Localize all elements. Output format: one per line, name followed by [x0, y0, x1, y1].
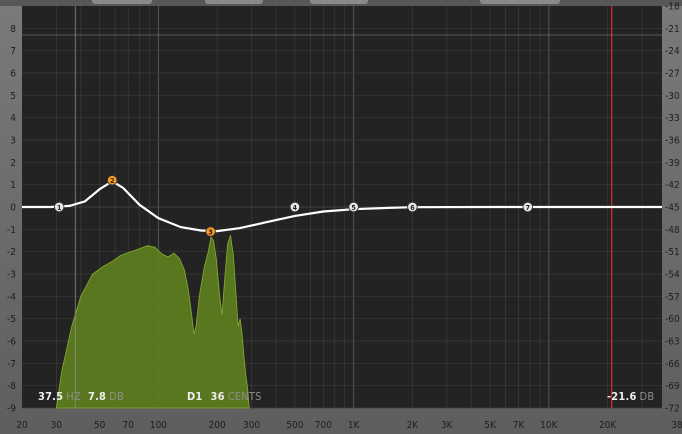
- frequency-tick-label: 7K: [513, 420, 526, 431]
- frequency-tick-label: 700: [315, 420, 332, 431]
- frequency-tick-label: 10K: [540, 420, 558, 431]
- frequency-tick-label: 20: [16, 420, 28, 431]
- spectrum-tick-label: -69: [665, 381, 680, 392]
- gain-tick-label: -3: [7, 270, 16, 281]
- frequency-tick-label: 100: [150, 420, 167, 431]
- gain-tick-label: 8: [10, 24, 16, 35]
- spectrum-tick-label: -42: [665, 180, 680, 191]
- spectrum-tick-label: -27: [665, 69, 680, 80]
- spectrum-tick-label: -60: [665, 314, 680, 325]
- gain-tick-label: -4: [7, 292, 16, 303]
- gain-tick-label: -6: [7, 337, 16, 348]
- gain-value: 7.8: [88, 390, 107, 403]
- spectrum-tick-label: -39: [665, 158, 680, 169]
- gain-tick-label: -5: [7, 314, 16, 325]
- frequency-tick-label: 70: [122, 420, 134, 431]
- band-handle-1[interactable]: 1: [53, 201, 65, 213]
- spectrum-tick-label: -63: [665, 337, 680, 348]
- spectrum-tick-label: -48: [665, 225, 680, 236]
- band-number: 1: [57, 204, 61, 212]
- band-number: 4: [293, 204, 298, 212]
- band-number: 5: [351, 204, 355, 212]
- spectrum-axis-labels: -18 -21 -24 -27 -30 -33 -36 -39 -42 -45 -48 -51 -54 -…: [665, 2, 680, 415]
- gain-tick-label: 3: [10, 136, 16, 147]
- band-number: 7: [526, 204, 530, 212]
- spectrum-tick-label: -18: [665, 2, 680, 13]
- ceiling-value: -21.6: [607, 390, 637, 403]
- band-handle-5[interactable]: 5: [348, 201, 359, 213]
- gain-tick-label: 7: [10, 46, 16, 57]
- gain-tick-label: -7: [7, 359, 16, 370]
- band-number: 6: [410, 204, 415, 212]
- spectrum-tick-label: -54: [665, 270, 680, 281]
- gain-unit: DB: [109, 390, 124, 403]
- spectrum-tick-label: -33: [665, 113, 680, 124]
- band-handle-2[interactable]: 2: [107, 174, 118, 186]
- gain-tick-label: 4: [10, 113, 16, 124]
- spectrum-tick-label: -66: [665, 359, 680, 370]
- gain-tick-label: 5: [10, 91, 16, 102]
- gain-tick-label: 2: [10, 158, 16, 169]
- gain-tick-label: -8: [7, 381, 16, 392]
- frequency-tick-label: 500: [286, 420, 303, 431]
- frequency-tick-label: 30: [51, 420, 63, 431]
- frequency-unit: HZ: [66, 390, 81, 403]
- gain-tick-label: -9: [7, 404, 16, 415]
- eq-window: 1234567 8 7 6 5 4 3 2 1 0 -1 -2 -3 -4 -5 -6 -7 -8 -9 -18-…: [0, 0, 682, 434]
- note-value: D1: [187, 390, 203, 403]
- band-handle-7[interactable]: 7: [522, 201, 534, 213]
- frequency-axis-labels: 20 30 50 70 100 200 300 500 700 1K 2K 3K 5K 7K 10K 20K 3…: [16, 420, 682, 431]
- frequency-tick-label: 50: [94, 420, 106, 431]
- ceiling-unit: DB: [639, 390, 655, 403]
- frequency-tick-label: 20K: [599, 420, 617, 431]
- ceiling-readout: -21.6 DB: [607, 390, 654, 403]
- gain-tick-label: 1: [10, 180, 16, 191]
- spectrum-tick-label: -36: [665, 136, 680, 147]
- eq-graph[interactable]: 1234 5 6 7 876543210-1-2-3-4-5-6-7-8-9 -18-…: [0, 0, 682, 434]
- frequency-tick-label: 200: [209, 420, 226, 431]
- spectrum-tick-label: -72: [665, 404, 680, 415]
- band-number: 2: [110, 177, 114, 185]
- frequency-tick-label: 3K: [441, 420, 454, 431]
- spectrum-tick-label: -57: [665, 292, 680, 303]
- frequency-tick-label: 38K: [671, 420, 682, 431]
- gain-axis-labels: 8 7 6 5 4 3 2 1 0 -1 -2 -3 -4 -5 -6 -7 -8 -9: [7, 24, 16, 415]
- spectrum-tick-label: -45: [665, 203, 680, 214]
- pitch-readout: D1 36 CENTS: [187, 390, 262, 403]
- frequency-readout: 37.5 HZ: [38, 390, 81, 403]
- cents-unit: CENTS: [227, 390, 262, 403]
- spectrum-tick-label: -51: [665, 247, 680, 258]
- cents-value: 36: [210, 390, 225, 403]
- spectrum-tick-label: -21: [665, 24, 680, 35]
- band-handle-6[interactable]: 6: [407, 201, 418, 213]
- band-handle-4[interactable]: 4: [289, 201, 301, 213]
- frequency-tick-label: 1K: [348, 420, 361, 431]
- frequency-tick-label: 2K: [407, 420, 420, 431]
- gain-tick-label: -2: [7, 247, 16, 258]
- frequency-tick-label: 300: [243, 420, 260, 431]
- spectrum-tick-label: -30: [665, 91, 680, 102]
- band-handle-3[interactable]: 3: [205, 226, 216, 237]
- band-number: 3: [208, 229, 212, 237]
- spectrum-tick-label: -24: [665, 46, 680, 57]
- gain-tick-label: 0: [10, 203, 16, 214]
- frequency-value: 37.5: [38, 390, 64, 403]
- gain-tick-label: 6: [10, 69, 16, 80]
- gain-readout: 7.8 DB: [88, 390, 124, 403]
- frequency-tick-label: 5K: [484, 420, 497, 431]
- gain-tick-label: -1: [7, 225, 16, 236]
